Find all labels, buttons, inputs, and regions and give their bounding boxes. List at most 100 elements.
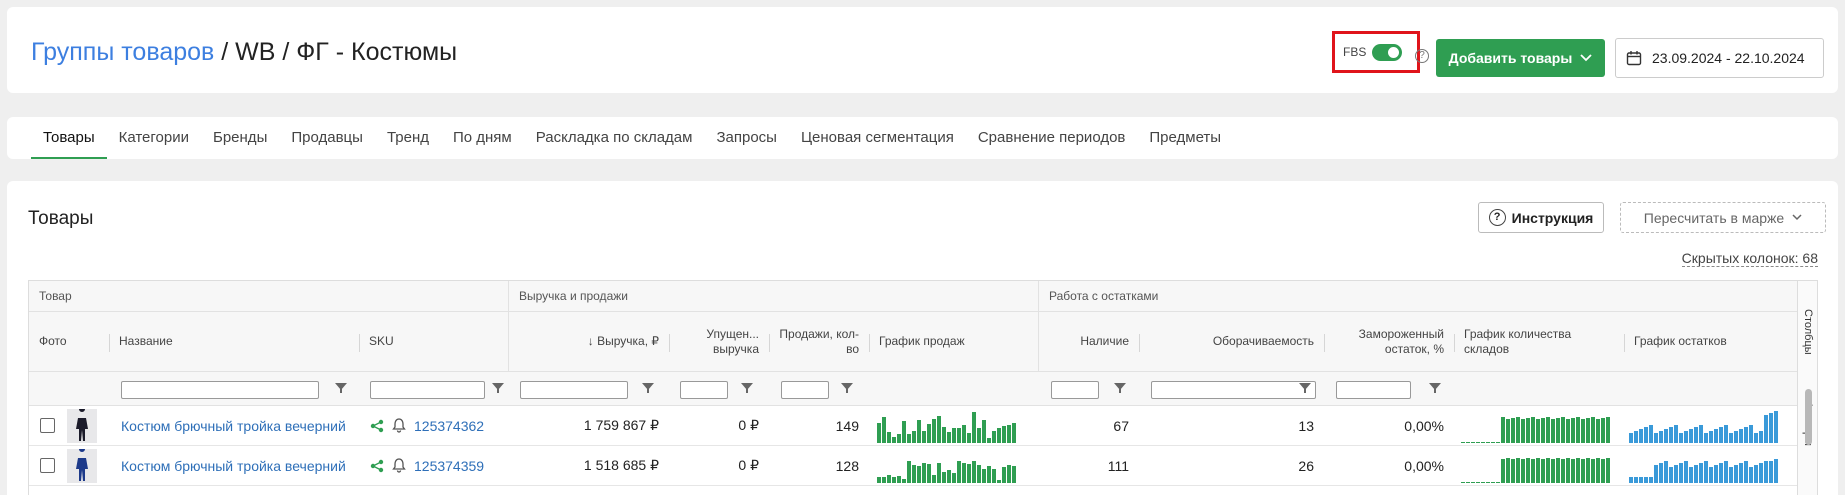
sparkline-bar bbox=[887, 431, 891, 443]
sparkline-bar bbox=[1644, 476, 1648, 483]
breadcrumb-group-name: ФГ - Костюмы bbox=[296, 38, 458, 66]
help-icon[interactable]: ? bbox=[1415, 49, 1429, 63]
col-stock-chart[interactable]: График остатков bbox=[1624, 312, 1799, 371]
add-products-label: Добавить товары bbox=[1448, 50, 1573, 66]
sparkline-bar bbox=[1521, 458, 1525, 483]
share-icon[interactable] bbox=[370, 419, 384, 433]
sparkline-bar bbox=[917, 465, 921, 483]
filter-icon[interactable] bbox=[492, 383, 504, 393]
filter-icon[interactable] bbox=[841, 383, 853, 393]
sparkline-bar bbox=[1606, 416, 1610, 443]
turnover-filter-input[interactable] bbox=[1151, 381, 1316, 399]
filter-icon[interactable] bbox=[741, 383, 753, 393]
instruction-label: Инструкция bbox=[1511, 209, 1594, 226]
col-photo[interactable]: Фото bbox=[29, 312, 109, 371]
lost-revenue-filter-input[interactable] bbox=[680, 381, 728, 399]
sku-link[interactable]: 125374362 bbox=[414, 418, 484, 434]
chevron-down-icon bbox=[1580, 54, 1592, 62]
sparkline-bar bbox=[992, 430, 996, 443]
col-sku[interactable]: SKU bbox=[359, 312, 509, 371]
sparkline-bar bbox=[902, 478, 906, 483]
columns-side-tab[interactable]: Столбцы bbox=[1800, 309, 1816, 379]
sparkline-bar bbox=[882, 476, 886, 483]
filter-icon[interactable] bbox=[1299, 383, 1311, 393]
sku-filter-input[interactable] bbox=[370, 381, 485, 399]
tab-products[interactable]: Товары bbox=[31, 117, 107, 159]
col-frozen-stock[interactable]: Замороженный остаток, % bbox=[1324, 312, 1454, 371]
row-checkbox[interactable] bbox=[40, 418, 55, 433]
sparkline-bar bbox=[957, 427, 961, 443]
col-lost-revenue[interactable]: Упущен... выручка bbox=[669, 312, 769, 371]
sparkline-bar bbox=[1664, 428, 1668, 443]
col-sales[interactable]: Продажи, кол-во bbox=[769, 312, 869, 371]
filter-icon[interactable] bbox=[642, 383, 654, 393]
sparkline-bar bbox=[937, 462, 941, 483]
sparkline-bar bbox=[1709, 430, 1713, 443]
hidden-columns-link[interactable]: Скрытых колонок: 68 bbox=[1681, 250, 1818, 267]
vertical-scrollbar[interactable] bbox=[1805, 389, 1812, 445]
sparkline-bar bbox=[1561, 416, 1565, 443]
filter-icon[interactable] bbox=[335, 383, 347, 393]
share-icon[interactable] bbox=[370, 459, 384, 473]
name-filter-input[interactable] bbox=[121, 381, 319, 399]
sales-filter-input[interactable] bbox=[781, 381, 829, 399]
table-row[interactable]: Костюм брючный тройка вечерний 125374359… bbox=[29, 446, 1799, 486]
breadcrumb-separator: / bbox=[214, 38, 236, 66]
sparkline-bar bbox=[1699, 462, 1703, 483]
product-thumbnail[interactable] bbox=[67, 448, 97, 483]
col-sales-chart[interactable]: График продаж bbox=[869, 312, 1039, 371]
sparkline-bar bbox=[1634, 476, 1638, 483]
recalc-margin-button[interactable]: Пересчитать в марже bbox=[1620, 202, 1826, 233]
tab-queries[interactable]: Запросы bbox=[704, 117, 789, 159]
sparkline-bar bbox=[1461, 481, 1465, 483]
date-range-picker[interactable]: 23.09.2024 - 22.10.2024 bbox=[1615, 38, 1824, 78]
tab-warehouse-layout[interactable]: Раскладка по складам bbox=[524, 117, 705, 159]
tab-period-comparison[interactable]: Сравнение периодов bbox=[966, 117, 1138, 159]
revenue-filter-input[interactable] bbox=[520, 381, 628, 399]
col-turnover[interactable]: Оборачиваемость bbox=[1139, 312, 1324, 371]
tab-price-segmentation[interactable]: Ценовая сегментация bbox=[789, 117, 966, 159]
breadcrumb-groups-link[interactable]: Группы товаров bbox=[31, 38, 214, 66]
filter-icon[interactable] bbox=[1429, 383, 1441, 393]
table-row[interactable]: Костюм брючный тройка вечерний 125374362… bbox=[29, 406, 1799, 446]
product-name-link[interactable]: Костюм брючный тройка вечерний bbox=[121, 418, 351, 434]
tab-brands[interactable]: Бренды bbox=[201, 117, 279, 159]
product-thumbnail[interactable] bbox=[67, 408, 97, 443]
col-warehouses-chart[interactable]: График количества складов bbox=[1454, 312, 1624, 371]
tab-by-days[interactable]: По дням bbox=[441, 117, 524, 159]
sparkline-bar bbox=[992, 468, 996, 483]
sparkline-bar bbox=[1591, 458, 1595, 483]
bell-icon[interactable] bbox=[392, 458, 406, 473]
col-name[interactable]: Название bbox=[109, 312, 359, 371]
sparkline-bar bbox=[1674, 424, 1678, 443]
add-products-button[interactable]: Добавить товары bbox=[1436, 39, 1605, 77]
warehouses-sparkline bbox=[1461, 409, 1610, 443]
tab-subjects[interactable]: Предметы bbox=[1137, 117, 1233, 159]
sparkline-bar bbox=[1654, 464, 1658, 483]
filter-icon[interactable] bbox=[1114, 383, 1126, 393]
lost-revenue-value: 0 ₽ bbox=[738, 457, 759, 473]
sparkline-bar bbox=[1511, 458, 1515, 483]
fbs-toggle[interactable] bbox=[1372, 43, 1403, 61]
sparkline-bar bbox=[892, 436, 896, 443]
sparkline-bar bbox=[1546, 457, 1550, 483]
sparkline-bar bbox=[1546, 416, 1550, 443]
sku-link[interactable]: 125374359 bbox=[414, 458, 484, 474]
sparkline-bar bbox=[967, 463, 971, 483]
stock-filter-input[interactable] bbox=[1051, 381, 1099, 399]
tab-categories[interactable]: Категории bbox=[107, 117, 201, 159]
sparkline-bar bbox=[1466, 441, 1470, 443]
turnover-value: 13 bbox=[1298, 417, 1314, 434]
bell-icon[interactable] bbox=[392, 418, 406, 433]
product-name-link[interactable]: Костюм брючный тройка вечерний bbox=[121, 458, 351, 474]
sparkline-bar bbox=[1749, 424, 1753, 443]
tab-trend[interactable]: Тренд bbox=[375, 117, 441, 159]
instruction-button[interactable]: ? Инструкция bbox=[1478, 202, 1604, 233]
row-checkbox[interactable] bbox=[40, 458, 55, 473]
tab-sellers[interactable]: Продавцы bbox=[279, 117, 375, 159]
sparkline-bar bbox=[947, 431, 951, 443]
col-stock[interactable]: Наличие bbox=[1039, 312, 1139, 371]
col-revenue[interactable]: ↓ Выручка, ₽ bbox=[509, 312, 669, 371]
frozen-filter-input[interactable] bbox=[1336, 381, 1411, 399]
sparkline-bar bbox=[1002, 425, 1006, 443]
